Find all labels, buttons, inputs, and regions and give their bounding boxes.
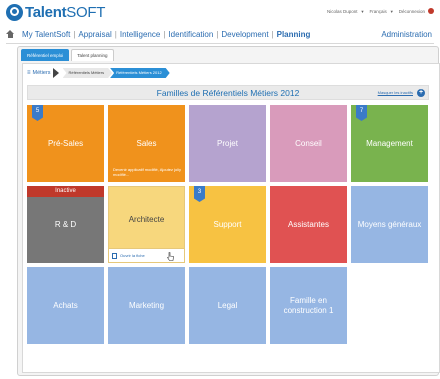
tile-management[interactable]: 7 Management: [351, 105, 428, 182]
user-controls: Nicolas Dupont ▼ Français ▼ Déconnexion: [327, 8, 434, 14]
breadcrumb: ≡ Métiers Référentiels Métiers Référenti…: [27, 67, 168, 79]
breadcrumb-referentiels-metiers[interactable]: Référentiels Métiers: [63, 68, 113, 78]
tab-bar: Référentiel emploi Talent planning: [21, 49, 114, 61]
tile-subtext: Devenir applicatif modifié, Ajoutez joli…: [113, 166, 182, 177]
tile-famille-en-construction-1[interactable]: Famille en construction 1: [270, 267, 347, 344]
tab-talent-planning[interactable]: Talent planning: [71, 49, 114, 61]
add-icon[interactable]: +: [417, 89, 425, 97]
nav-development[interactable]: Development: [219, 30, 270, 39]
open-sheet-label: Ouvrir la fiche: [120, 253, 145, 258]
tile-projet[interactable]: Projet: [189, 105, 266, 182]
tile-label: Conseil: [295, 138, 322, 148]
logout-button[interactable]: Déconnexion: [399, 8, 434, 14]
open-sheet-link[interactable]: Ouvrir la fiche: [109, 248, 184, 262]
tile-support[interactable]: 3 Support: [189, 186, 266, 263]
section-title: Familles de Référentiels Métiers 2012: [156, 87, 300, 98]
tile-label: Architecte: [128, 214, 165, 224]
tile-marketing[interactable]: Marketing: [108, 267, 185, 344]
hide-inactive-link[interactable]: Masquer les inactifs: [378, 90, 413, 95]
document-icon: [112, 252, 117, 259]
tile-label: Projet: [217, 138, 238, 148]
logout-label: Déconnexion: [398, 8, 425, 14]
tile-pre-sales[interactable]: 5 Pré-Sales: [27, 105, 104, 182]
home-icon[interactable]: [6, 29, 15, 39]
nav-identification[interactable]: Identification: [166, 30, 215, 39]
breadcrumb-metiers[interactable]: Métiers: [33, 70, 51, 76]
tile-label: R & D: [54, 219, 77, 229]
language-label: Français: [369, 8, 387, 14]
inactive-badge: Inactive: [27, 186, 104, 197]
nav-administration[interactable]: Administration: [379, 30, 434, 39]
tile-achats[interactable]: Achats: [27, 267, 104, 344]
tile-label: Moyens généraux: [357, 219, 422, 229]
section-header: Familles de Référentiels Métiers 2012 Ma…: [27, 85, 429, 100]
tile-label: Legal: [217, 300, 238, 310]
chevron-down-icon: ▼: [389, 8, 394, 14]
tile-label: Famille en construction 1: [283, 295, 334, 315]
language-select[interactable]: Français ▼: [369, 9, 393, 14]
user-name: Nicolas Dupont: [327, 8, 358, 14]
tile-label: Assistantes: [288, 219, 329, 229]
count-badge: 5: [32, 105, 43, 121]
tile-label: Achats: [53, 300, 78, 310]
talentsoft-logo[interactable]: TalentSOFT: [6, 3, 105, 21]
count-badge: 3: [194, 186, 205, 202]
top-bar: TalentSOFT Nicolas Dupont ▼ Français ▼ Déc…: [0, 0, 440, 24]
tile-conseil[interactable]: Conseil: [270, 105, 347, 182]
menu-icon[interactable]: ≡: [27, 70, 31, 76]
nav-divider: [6, 43, 434, 44]
logo-text-bold: Talent: [25, 3, 67, 21]
main-nav: My TalentSoft | Appraisal | Intelligence…: [6, 26, 434, 42]
tile-label: Sales: [136, 138, 157, 148]
nav-intelligence[interactable]: Intelligence: [118, 30, 162, 39]
nav-my-talentsoft[interactable]: My TalentSoft: [20, 30, 72, 39]
tile-legal[interactable]: Legal: [189, 267, 266, 344]
tile-label: Marketing: [128, 300, 165, 310]
main-panel: Référentiel emploi Talent planning ≡ Mét…: [17, 46, 440, 376]
tile-sales[interactable]: Sales Devenir applicatif modifié, Ajoute…: [108, 105, 185, 182]
nav-appraisal[interactable]: Appraisal: [76, 30, 113, 39]
nav-planning[interactable]: Planning: [275, 30, 313, 39]
tab-referentiel-emploi[interactable]: Référentiel emploi: [21, 49, 70, 61]
tile-r-and-d[interactable]: Inactive R & D: [27, 186, 104, 263]
hand-cursor-icon: [167, 252, 174, 261]
logo-text-rest: SOFT: [66, 3, 106, 21]
tile-label: Management: [366, 138, 413, 148]
breadcrumb-referentiels-2012[interactable]: Référentiels Métiers 2012: [110, 68, 170, 78]
tile-moyens-generaux[interactable]: Moyens généraux: [351, 186, 428, 263]
talentsoft-logo-icon: [6, 3, 23, 21]
breadcrumb-arrow-icon: [52, 68, 59, 78]
content-area: ≡ Métiers Référentiels Métiers Référenti…: [22, 63, 440, 373]
count-badge: 7: [356, 105, 367, 121]
chevron-down-icon: ▼: [360, 8, 365, 14]
tile-label: Pré-Sales: [47, 138, 84, 148]
user-select[interactable]: Nicolas Dupont ▼: [327, 9, 364, 14]
power-icon: [428, 8, 434, 14]
tile-assistantes[interactable]: Assistantes: [270, 186, 347, 263]
tile-architecte[interactable]: Architecte Ouvrir la fiche: [108, 186, 185, 263]
tile-label: Support: [213, 219, 242, 229]
